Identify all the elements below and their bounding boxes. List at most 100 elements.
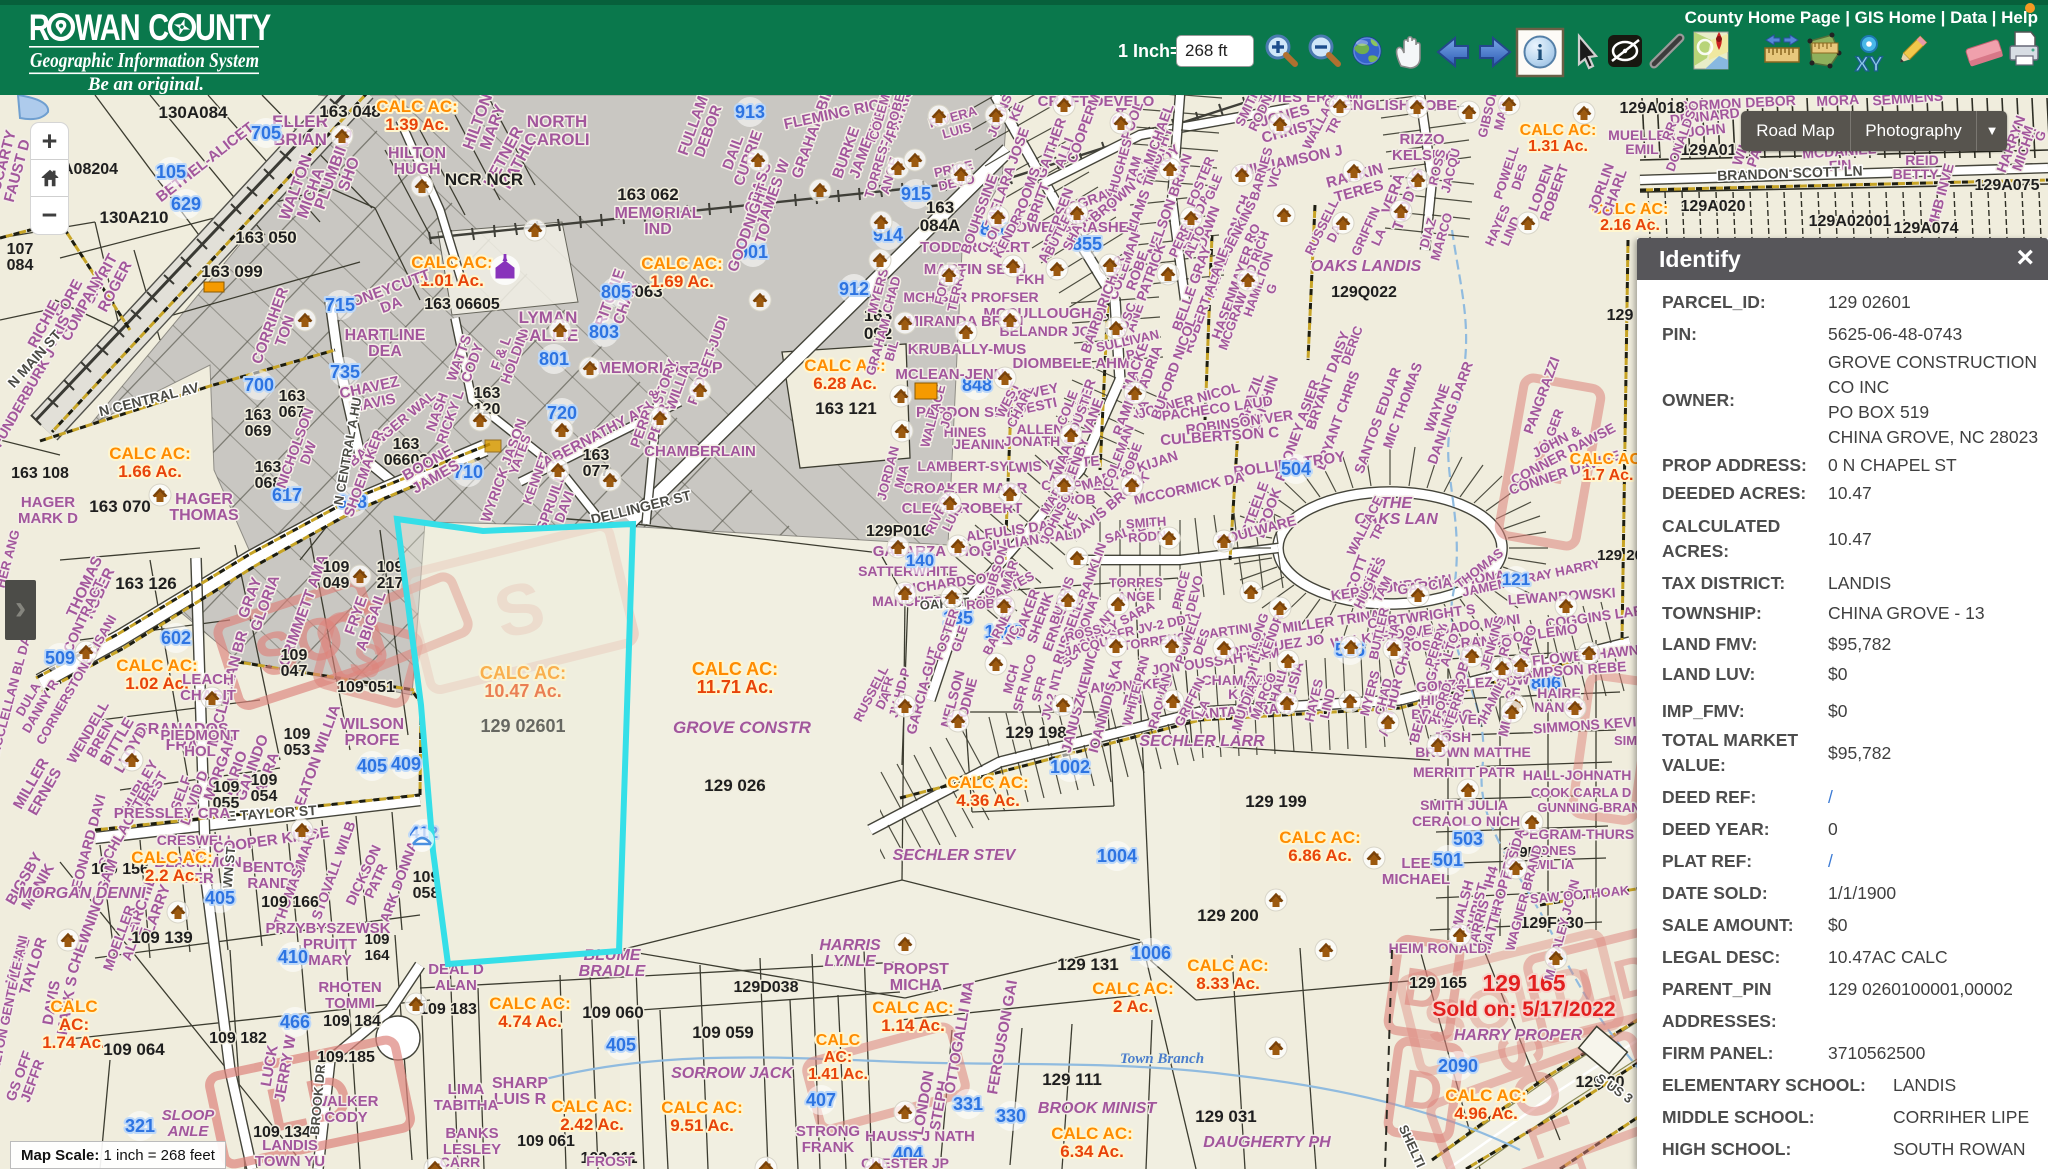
svg-text:163: 163	[583, 447, 610, 464]
svg-text:109: 109	[251, 772, 278, 789]
svg-text:109 184: 109 184	[323, 1013, 381, 1030]
svg-text:HARRY PROPER: HARRY PROPER	[1454, 1027, 1583, 1044]
svg-text:130A210: 130A210	[99, 208, 168, 227]
svg-text:HAGER: HAGER	[175, 491, 233, 508]
svg-text:129 165: 129 165	[1409, 975, 1467, 992]
svg-text:FROST: FROST	[586, 1153, 634, 1169]
svg-text:JEANIN: JEANIN	[953, 436, 1004, 452]
svg-text:1004: 1004	[1097, 846, 1137, 866]
svg-text:129 198: 129 198	[1005, 723, 1066, 742]
svg-text:NORTH: NORTH	[527, 112, 587, 131]
svg-text:2090: 2090	[1438, 1056, 1478, 1076]
svg-text:JONATH: JONATH	[1004, 433, 1061, 449]
svg-text:HOL: HOL	[184, 743, 216, 760]
svg-text:CALC: CALC	[816, 1032, 861, 1049]
svg-text:GUNNING-BRAN: GUNNING-BRAN	[1537, 800, 1640, 815]
svg-text:HARTLINE: HARTLINE	[345, 327, 426, 344]
svg-text:129: 129	[1607, 307, 1634, 324]
svg-text:054: 054	[251, 788, 278, 805]
svg-text:CALC AC:: CALC AC:	[1187, 956, 1269, 975]
svg-text:BROOK MINIST: BROOK MINIST	[1038, 1100, 1157, 1117]
svg-text:321: 321	[125, 1116, 155, 1136]
svg-text:129 131: 129 131	[1057, 955, 1118, 974]
svg-text:CALC AC:: CALC AC:	[1445, 1086, 1527, 1105]
svg-text:2 Ac.: 2 Ac.	[1113, 997, 1153, 1016]
svg-text:700: 700	[244, 375, 274, 395]
svg-text:MARK D: MARK D	[18, 510, 78, 527]
svg-text:PROFE: PROFE	[344, 732, 399, 749]
svg-text:CALC AC:: CALC AC:	[1092, 979, 1174, 998]
svg-text:405: 405	[357, 756, 387, 776]
svg-text:330: 330	[996, 1106, 1026, 1126]
svg-text:129A02001: 129A02001	[1809, 213, 1892, 230]
svg-text:129 111: 129 111	[1042, 1070, 1102, 1089]
svg-text:Town Branch: Town Branch	[1120, 1051, 1204, 1067]
svg-text:2.2 Ac.: 2.2 Ac.	[145, 866, 199, 885]
svg-text:HALL-JOHNATH: HALL-JOHNATH	[1523, 767, 1632, 783]
svg-text:163: 163	[926, 198, 954, 217]
svg-text:CALC AC:: CALC AC:	[661, 1098, 743, 1117]
svg-text:109 051: 109 051	[337, 679, 395, 696]
svg-text:1.69 Ac.: 1.69 Ac.	[650, 272, 714, 291]
svg-text:PRESSLEY CRA: PRESSLEY CRA	[114, 805, 231, 822]
svg-text:466: 466	[280, 1012, 310, 1032]
svg-text:LEE: LEE	[1401, 855, 1430, 872]
svg-text:109: 109	[284, 726, 311, 743]
svg-text:NCR NCR: NCR NCR	[445, 170, 523, 189]
svg-text:1002: 1002	[1050, 757, 1090, 777]
svg-text:MERRITT PATR: MERRITT PATR	[1413, 764, 1515, 780]
svg-text:410: 410	[278, 947, 308, 967]
svg-text:XY: XY	[1855, 53, 1883, 76]
svg-text:129 199: 129 199	[1245, 792, 1306, 811]
svg-text:CALC AC:: CALC AC:	[947, 773, 1029, 792]
svg-text:HAGER: HAGER	[21, 494, 75, 511]
svg-text:217: 217	[377, 575, 404, 592]
svg-text:1.7 Ac.: 1.7 Ac.	[1583, 467, 1634, 484]
svg-text:163 099: 163 099	[201, 262, 262, 281]
svg-text:DIOMBELE AHM: DIOMBELE AHM	[1013, 355, 1130, 372]
svg-text:CALC AC:: CALC AC:	[109, 444, 191, 463]
svg-text:LYNLE: LYNLE	[824, 953, 877, 970]
svg-text:BRADLE: BRADLE	[579, 963, 647, 980]
svg-text:109: 109	[377, 559, 404, 576]
svg-text:109 060: 109 060	[582, 1003, 643, 1022]
svg-text:MICHA: MICHA	[890, 977, 943, 994]
svg-text:TABITHA: TABITHA	[434, 1097, 499, 1114]
svg-text:705: 705	[251, 123, 281, 143]
svg-text:109 059: 109 059	[692, 1023, 753, 1042]
svg-text:DAUGHERTY PH: DAUGHERTY PH	[1203, 1134, 1331, 1151]
svg-text:801: 801	[539, 349, 569, 369]
svg-text:602: 602	[161, 628, 191, 648]
svg-text:715: 715	[325, 295, 355, 315]
svg-text:163: 163	[245, 407, 272, 424]
svg-text:6.34 Ac.: 6.34 Ac.	[1060, 1142, 1124, 1161]
svg-text:803: 803	[589, 322, 619, 342]
svg-text:109 061: 109 061	[517, 1133, 575, 1150]
svg-text:501: 501	[1433, 850, 1463, 870]
svg-text:STRONG: STRONG	[796, 1123, 860, 1140]
svg-text:109: 109	[323, 559, 350, 576]
svg-text:735: 735	[330, 362, 360, 382]
svg-text:CALC AC:: CALC AC:	[872, 998, 954, 1017]
svg-text:TOMMI: TOMMI	[325, 995, 375, 1012]
svg-text:2.42 Ac.: 2.42 Ac.	[560, 1115, 624, 1134]
svg-text:RIZZO: RIZZO	[1400, 131, 1445, 148]
svg-text:140: 140	[906, 551, 934, 570]
svg-text:MEMORIAL: MEMORIAL	[614, 205, 701, 222]
svg-text:DEA: DEA	[368, 343, 402, 360]
svg-text:107: 107	[7, 241, 34, 258]
svg-text:912: 912	[839, 279, 869, 299]
svg-text:129 031: 129 031	[1195, 1107, 1256, 1126]
svg-text:PROPST: PROPST	[883, 961, 949, 978]
svg-text:LIMA: LIMA	[448, 1081, 485, 1098]
svg-text:509: 509	[45, 648, 75, 668]
svg-text:1.66 Ac.: 1.66 Ac.	[118, 462, 182, 481]
svg-text:163 121: 163 121	[815, 399, 876, 418]
svg-text:1.31 Ac.: 1.31 Ac.	[1528, 138, 1588, 155]
svg-text:129A018: 129A018	[1620, 100, 1685, 117]
svg-text:109 064: 109 064	[103, 1040, 165, 1059]
svg-text:ALAN: ALAN	[435, 977, 477, 994]
svg-text:CALC AC:: CALC AC:	[1570, 451, 1647, 468]
svg-text:047: 047	[281, 663, 308, 680]
svg-text:BANKS: BANKS	[445, 1125, 498, 1142]
